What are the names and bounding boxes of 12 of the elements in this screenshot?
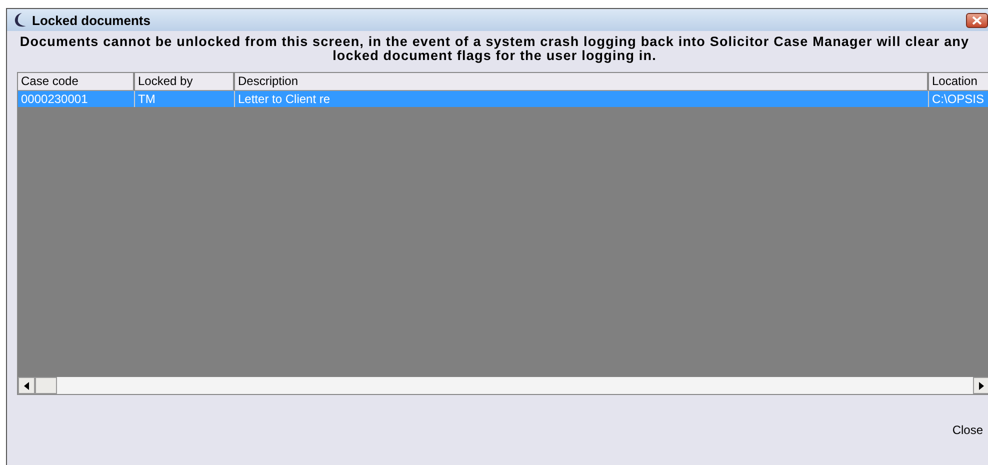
left-arrow-icon[interactable] [24,382,29,390]
close-button[interactable]: Close [946,420,988,440]
close-window-button[interactable] [966,12,988,28]
right-arrow-icon[interactable] [979,382,984,390]
column-header[interactable]: Case code [18,73,135,91]
column-header[interactable]: Description [235,73,929,91]
column-header[interactable]: Location [929,73,988,91]
scroll-thumb[interactable] [35,377,57,394]
column-header[interactable]: Locked by [135,73,235,91]
close-icon[interactable] [972,16,982,24]
window-title: Locked documents [32,12,150,28]
info-message: Documents cannot be unlocked from this screen, in the event of a system crash logging back into Solicitor Case Manager will clear any locked document flags for the user logging in. [18,33,970,65]
